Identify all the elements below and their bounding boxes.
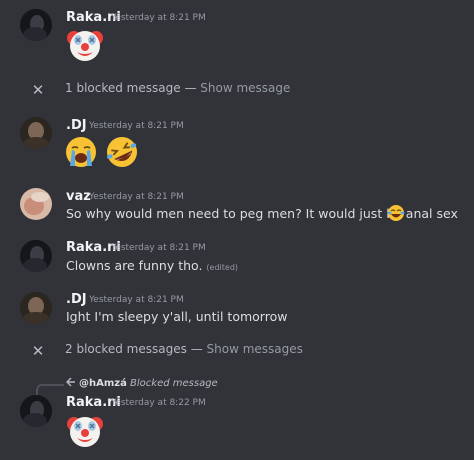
show-message-link[interactable]: Show message <box>200 81 290 95</box>
username[interactable]: .DJ <box>66 118 87 133</box>
blocked-count: 1 blocked message <box>65 81 181 95</box>
timestamp: Yesterday at 8:22 PM <box>111 398 206 408</box>
timestamp: Yesterday at 8:21 PM <box>111 243 206 253</box>
edited-label: (edited) <box>206 263 239 272</box>
close-icon[interactable]: ✕ <box>30 82 46 98</box>
clown-face-icon <box>66 413 104 453</box>
username[interactable]: .DJ <box>66 292 87 307</box>
reply-arrow-icon <box>66 377 75 387</box>
reply-preview[interactable]: @hAmzá Blocked message <box>66 377 218 389</box>
face-with-tears-of-joy-icon <box>387 204 405 226</box>
timestamp: Yesterday at 8:21 PM <box>111 13 206 23</box>
avatar[interactable] <box>20 117 52 149</box>
loudly-crying-face-icon <box>64 135 98 173</box>
close-icon[interactable]: ✕ <box>30 343 46 359</box>
reply-text: Blocked message <box>130 378 218 389</box>
clown-face-icon <box>66 27 104 67</box>
avatar[interactable] <box>20 188 52 220</box>
avatar[interactable] <box>20 292 52 324</box>
blocked-message-row: ✕ 2 blocked messages — Show messages <box>0 340 474 364</box>
message-text: Ight I'm sleepy y'all, until tomorrow <box>66 309 288 324</box>
separator: — <box>190 342 203 356</box>
reply-author[interactable]: @hAmzá <box>79 378 127 389</box>
avatar[interactable] <box>20 395 52 427</box>
message-text: Clowns are funny tho. (edited) <box>66 258 239 273</box>
timestamp: Yesterday at 8:21 PM <box>89 121 184 131</box>
blocked-message-row: ✕ 1 blocked message — Show message <box>0 79 474 103</box>
username[interactable]: vaz <box>66 189 91 204</box>
separator: — <box>184 81 197 95</box>
blocked-count: 2 blocked messages <box>65 342 187 356</box>
rolling-on-floor-laughing-face-icon <box>103 133 141 175</box>
timestamp: Yesterday at 8:21 PM <box>89 192 184 202</box>
timestamp: Yesterday at 8:21 PM <box>89 295 184 305</box>
avatar[interactable] <box>20 240 52 272</box>
avatar[interactable] <box>20 9 52 41</box>
show-messages-link[interactable]: Show messages <box>207 342 303 356</box>
